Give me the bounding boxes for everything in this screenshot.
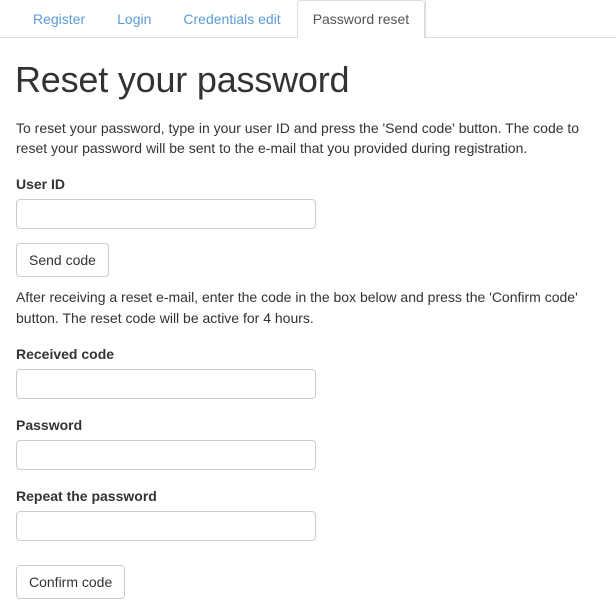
user-id-input[interactable]	[16, 199, 316, 230]
password-label: Password	[16, 417, 83, 434]
send-code-row: Send code	[16, 243, 600, 278]
confirm-code-button[interactable]: Confirm code	[16, 565, 126, 600]
user-id-field-group: User ID	[16, 174, 600, 230]
nav-tabs-filler	[425, 0, 616, 37]
primary-nav-tabs: Register Login Credentials edit Password…	[0, 0, 616, 38]
password-input[interactable]	[16, 440, 316, 471]
tab-login-label: Login	[117, 11, 152, 27]
password-field-group: Password	[16, 415, 600, 471]
password-reset-panel: Reset your password To reset your passwo…	[0, 59, 616, 600]
repeat-password-label: Repeat the password	[16, 488, 157, 505]
received-code-label: Received code	[16, 346, 115, 363]
code-instructions-paragraph: After receiving a reset e-mail, enter th…	[16, 289, 578, 326]
tab-register-label: Register	[33, 11, 86, 27]
page-title: Reset your password	[15, 59, 350, 100]
tab-credentials-edit-label: Credentials edit	[183, 11, 281, 27]
repeat-password-field-group: Repeat the password	[16, 486, 600, 542]
received-code-input[interactable]	[16, 369, 316, 400]
tab-credentials-edit[interactable]: Credentials edit	[167, 0, 296, 37]
intro-paragraph: To reset your password, type in your use…	[16, 119, 580, 157]
send-code-button[interactable]: Send code	[16, 243, 109, 278]
tab-password-reset[interactable]: Password reset	[296, 0, 426, 38]
repeat-password-input[interactable]	[16, 511, 316, 542]
tab-password-reset-label: Password reset	[312, 11, 410, 27]
tab-login[interactable]: Login	[101, 0, 167, 37]
received-code-field-group: Received code	[16, 344, 600, 400]
tab-register[interactable]: Register	[17, 0, 101, 37]
user-id-label: User ID	[16, 176, 66, 193]
confirm-code-row: Confirm code	[16, 565, 600, 600]
